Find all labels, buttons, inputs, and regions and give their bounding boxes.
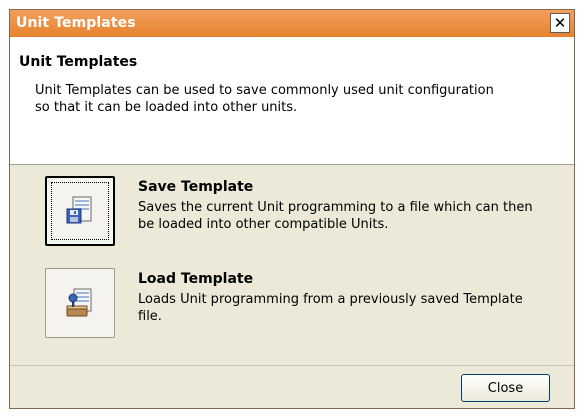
- focus-ring: [51, 182, 109, 240]
- window-close-button[interactable]: ✕: [550, 13, 570, 33]
- close-button[interactable]: Close: [461, 374, 550, 402]
- header-title: Unit Templates: [19, 54, 138, 70]
- load-template-option: Load Template Loads Unit programming fro…: [10, 268, 574, 338]
- header-description: Unit Templates can be used to save commo…: [35, 83, 494, 115]
- save-template-title: Save Template: [138, 179, 254, 195]
- window-title: Unit Templates: [16, 15, 136, 31]
- close-icon: ✕: [553, 13, 567, 32]
- load-template-button[interactable]: [45, 268, 115, 338]
- save-template-button[interactable]: [45, 176, 115, 246]
- load-template-title: Load Template: [138, 271, 254, 287]
- save-template-option: Save Template Saves the current Unit pro…: [10, 176, 574, 246]
- unit-templates-dialog: Unit Templates ✕ Unit Templates Unit Tem…: [9, 9, 575, 409]
- title-bar: Unit Templates ✕: [10, 10, 574, 37]
- footer-divider: [10, 365, 574, 366]
- load-template-description: Loads Unit programming from a previously…: [138, 292, 523, 324]
- save-template-description: Saves the current Unit programming to a …: [138, 200, 533, 232]
- header-panel: Unit Templates Unit Templates can be use…: [10, 37, 574, 165]
- load-template-icon: [66, 288, 92, 317]
